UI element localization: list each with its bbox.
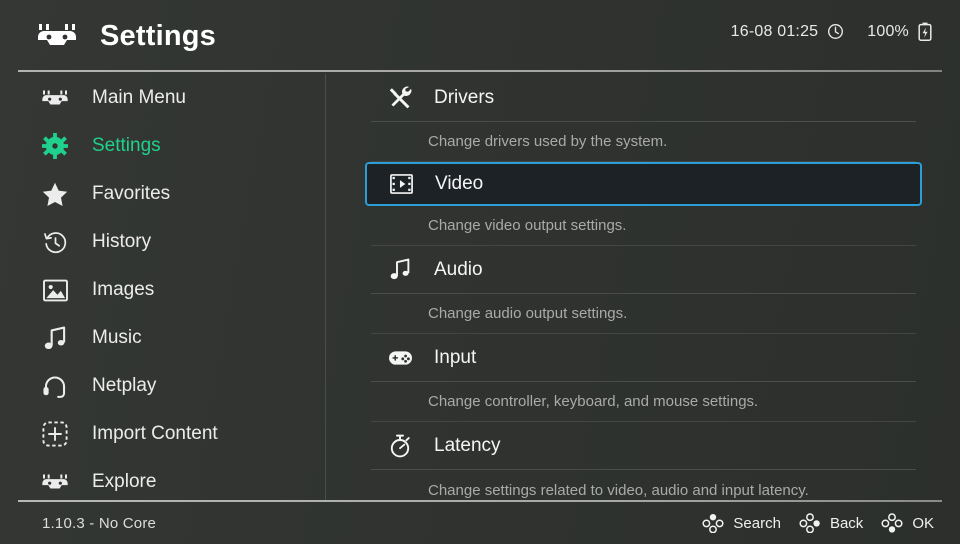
battery-icon bbox=[918, 22, 932, 41]
sidebar-item-main-menu[interactable]: Main Menu bbox=[0, 74, 325, 122]
sidebar-item-label: Netplay bbox=[92, 375, 157, 396]
header-divider bbox=[18, 70, 942, 72]
gamepad-buttons-bottom-icon bbox=[881, 513, 903, 533]
sidebar-item-label: Import Content bbox=[92, 423, 218, 444]
tools-icon bbox=[384, 86, 416, 109]
clock-icon bbox=[828, 24, 844, 39]
gear-icon bbox=[38, 131, 72, 161]
plus-box-icon bbox=[38, 419, 72, 449]
settings-entry-label: Video bbox=[435, 173, 484, 194]
settings-entry-input[interactable]: Input bbox=[371, 334, 916, 382]
retroarch-settings-screen: Settings 16-08 01:25 100% Main Menu Sett… bbox=[0, 0, 960, 544]
music-note-icon bbox=[38, 323, 72, 353]
footer-action-search[interactable]: Search bbox=[702, 513, 781, 533]
sidebar-item-label: Music bbox=[92, 327, 142, 348]
settings-entry-label: Audio bbox=[434, 258, 483, 280]
retroarch-logo-icon bbox=[38, 83, 72, 113]
sidebar-item-label: Settings bbox=[92, 135, 161, 156]
sidebar-item-netplay[interactable]: Netplay bbox=[0, 362, 325, 410]
sidebar-item-images[interactable]: Images bbox=[0, 266, 325, 314]
sidebar-item-label: Main Menu bbox=[92, 87, 186, 108]
headset-icon bbox=[38, 371, 72, 401]
footer-action-ok[interactable]: OK bbox=[881, 513, 934, 533]
settings-entry-description: Change drivers used by the system. bbox=[371, 122, 916, 162]
footer-action-label: OK bbox=[912, 514, 934, 532]
sidebar-item-favorites[interactable]: Favorites bbox=[0, 170, 325, 218]
settings-entry-description: Change settings related to video, audio … bbox=[428, 481, 809, 499]
battery-text: 100% bbox=[867, 22, 909, 40]
retroarch-logo-icon bbox=[38, 24, 76, 45]
music-note-icon bbox=[384, 258, 416, 281]
settings-entry-description: Change audio output settings. bbox=[371, 294, 916, 334]
page-title: Settings bbox=[100, 19, 216, 52]
sidebar-item-music[interactable]: Music bbox=[0, 314, 325, 362]
video-film-icon bbox=[385, 174, 417, 194]
footer-action-label: Search bbox=[733, 514, 781, 532]
settings-entry-latency[interactable]: Latency bbox=[371, 422, 916, 470]
gamepad-buttons-top-icon bbox=[702, 514, 724, 533]
version-label: 1.10.3 - No Core bbox=[42, 514, 157, 532]
star-icon bbox=[38, 179, 72, 209]
clock-text: 16-08 01:25 bbox=[730, 22, 819, 40]
settings-entry-audio[interactable]: Audio bbox=[371, 246, 916, 294]
settings-entry-label: Drivers bbox=[434, 86, 495, 108]
sidebar-item-label: History bbox=[92, 231, 152, 252]
history-clock-icon bbox=[38, 227, 72, 257]
gamepad-buttons-right-icon bbox=[799, 513, 820, 533]
retroarch-logo-icon bbox=[38, 467, 72, 497]
footer-action-label: Back bbox=[829, 514, 864, 532]
sidebar-item-explore[interactable]: Explore bbox=[0, 458, 325, 500]
settings-list: Drivers Change drivers used by the syste… bbox=[326, 74, 960, 500]
settings-entry-description: Change controller, keyboard, and mouse s… bbox=[371, 382, 916, 422]
footer-action-back[interactable]: Back bbox=[799, 513, 863, 533]
settings-entry-label: Latency bbox=[434, 434, 501, 456]
stopwatch-icon bbox=[384, 434, 416, 458]
sidebar-item-label: Explore bbox=[92, 471, 157, 492]
footer-bar: 1.10.3 - No Core Search Back OK bbox=[0, 502, 960, 544]
sidebar-item-import-content[interactable]: Import Content bbox=[0, 410, 325, 458]
gamepad-icon bbox=[384, 350, 416, 366]
footer-actions: Search Back OK bbox=[684, 502, 934, 544]
sidebar-item-label: Favorites bbox=[92, 183, 171, 204]
header-bar: Settings 16-08 01:25 100% bbox=[0, 0, 960, 72]
settings-entry-description: Change video output settings. bbox=[371, 206, 916, 246]
image-icon bbox=[38, 275, 72, 305]
header-status: 16-08 01:25 100% bbox=[731, 22, 932, 41]
sidebar-item-history[interactable]: History bbox=[0, 218, 325, 266]
settings-entry-drivers[interactable]: Drivers bbox=[371, 74, 916, 122]
sidebar-item-settings[interactable]: Settings bbox=[0, 122, 325, 170]
settings-entry-label: Input bbox=[434, 346, 477, 368]
sidebar: Main Menu Settings Favorites History Ima… bbox=[0, 74, 325, 500]
settings-entry-video[interactable]: Video bbox=[365, 162, 922, 206]
sidebar-item-label: Images bbox=[92, 279, 155, 300]
